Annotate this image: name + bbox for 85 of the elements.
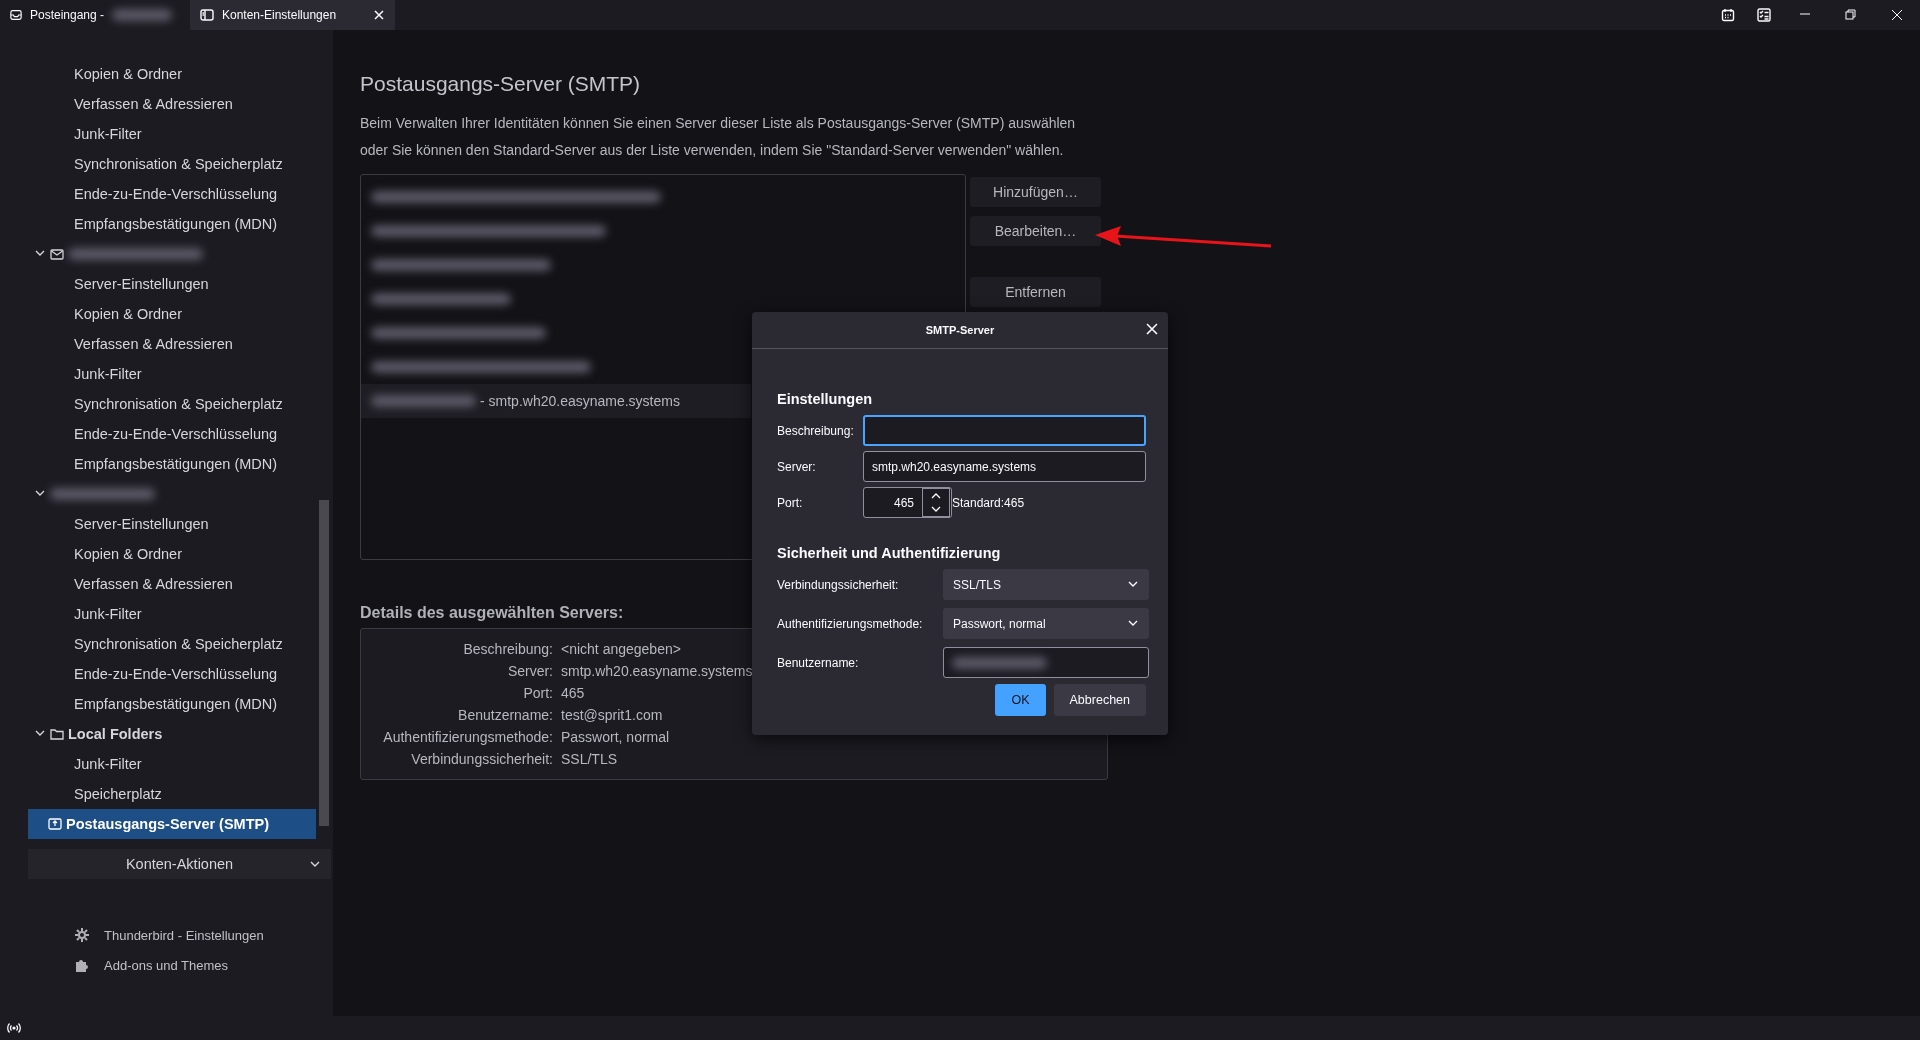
sidebar-panel-icon (200, 8, 214, 22)
sidebar-item[interactable]: Verfassen & Adressieren (28, 569, 316, 599)
sidebar-item[interactable]: Ende-zu-Ende-Verschlüsselung (28, 179, 316, 209)
section-heading: Details des ausgewählten Servers: (360, 604, 625, 622)
sidebar-item[interactable]: Kopien & Ordner (28, 59, 316, 89)
calendar-icon[interactable] (1721, 8, 1735, 22)
list-action-button[interactable]: Hinzufügen… (970, 177, 1101, 207)
description-text: Beim Verwalten Ihrer Identitäten können Sie einen Server dieser Liste als Postausgangs-Server (SMTP) auswählen oder Sie können den Standard-Server aus der Liste verwenden, indem Sie "Standard-Server verwenden" wählen. (360, 114, 1077, 160)
field-label: Beschreibung: (777, 423, 855, 438)
dropdown[interactable]: Passwort, normal (943, 608, 1149, 639)
detail-value: smtp.wh20.easyname.systems (561, 663, 753, 679)
dropdown[interactable]: SSL/TLS (943, 569, 1149, 600)
server-name: - smtp.wh20.easyname.systems (480, 393, 680, 409)
account-item[interactable]: Local Folders (28, 719, 316, 749)
port-spinner[interactable]: 465 (863, 487, 952, 518)
detail-value: 465 (561, 685, 585, 701)
sidebar-item[interactable]: Synchronisation & Speicherplatz (28, 149, 316, 179)
up-caret-icon[interactable] (931, 492, 941, 499)
page-title: Postausgangs-Server (SMTP) (360, 72, 642, 96)
detail-label: Server: (506, 663, 553, 679)
sidebar-item[interactable]: Empfangsbestätigungen (MDN) (28, 209, 316, 239)
restore-icon[interactable] (1845, 9, 1857, 21)
default-port-text: Standard:465 (952, 495, 1025, 510)
close-icon[interactable] (1891, 9, 1903, 21)
sidebar-item[interactable]: Server-Einstellungen (28, 269, 316, 299)
sidebar-item[interactable]: Empfangsbestätigungen (MDN) (28, 689, 316, 719)
sidebar-item[interactable]: Verfassen & Adressieren (28, 89, 316, 119)
sidebar-item[interactable]: Kopien & Ordner (28, 539, 316, 569)
close-icon[interactable] (1146, 323, 1158, 335)
detail-label: Beschreibung: (462, 641, 553, 657)
account-item[interactable]: Postausgangs-Server (SMTP) (28, 809, 316, 839)
sidebar-item[interactable]: Junk-Filter (28, 359, 316, 389)
sidebar-item[interactable]: Empfangsbestätigungen (MDN) (28, 449, 316, 479)
sidebar-item[interactable]: Junk-Filter (28, 599, 316, 629)
down-caret-icon[interactable] (931, 506, 941, 513)
footer-link[interactable]: Thunderbird - Einstellungen (74, 927, 333, 943)
dialog-button[interactable]: OK (995, 684, 1046, 716)
envelope-icon (50, 247, 64, 261)
detail-label: Port: (522, 685, 553, 701)
sidebar-item[interactable]: Synchronisation & Speicherplatz (28, 629, 316, 659)
detail-value: SSL/TLS (561, 751, 618, 767)
tab-label: Posteingang - (30, 8, 105, 22)
dialog-title: SMTP-Server (925, 324, 995, 336)
detail-value: <nicht angegeben> (561, 641, 681, 657)
sidebar-item[interactable]: Kopien & Ordner (28, 299, 316, 329)
detail-value: Passwort, normal (561, 729, 670, 745)
detail-label: Verbindungssicherheit: (410, 751, 553, 767)
detail-label: Benutzername: (457, 707, 553, 723)
server-list-item[interactable]: - smtp.wh20.easyname.systems (361, 384, 751, 418)
puzzle-icon (74, 957, 90, 973)
input-field[interactable] (943, 647, 1149, 678)
sidebar-item[interactable]: Server-Einstellungen (28, 509, 316, 539)
footer-link[interactable]: Add-ons und Themes (74, 957, 333, 973)
tab[interactable]: Konten-Einstellungen (190, 0, 395, 30)
input-field[interactable] (863, 415, 1146, 446)
sidebar-item[interactable]: Synchronisation & Speicherplatz (28, 389, 316, 419)
tab-label: Konten-Einstellungen (222, 8, 337, 22)
section-heading: Sicherheit und Authentifizierung (777, 545, 1002, 561)
sidebar-item[interactable]: Ende-zu-Ende-Verschlüsselung (28, 659, 316, 689)
tab[interactable]: Posteingang - (0, 0, 190, 30)
inbox-icon (10, 8, 22, 22)
input-field[interactable]: smtp.wh20.easyname.systems (863, 451, 1146, 482)
field-label: Benutzername: (777, 655, 860, 670)
list-action-button[interactable]: Bearbeiten… (970, 216, 1101, 246)
sidebar-item[interactable]: Verfassen & Adressieren (28, 329, 316, 359)
sidebar-item[interactable]: Speicherplatz (28, 779, 316, 809)
field-label: Authentifizierungsmethode: (777, 616, 924, 631)
field-label: Port: (777, 495, 804, 510)
close-icon[interactable] (373, 9, 385, 21)
field-label: Verbindungssicherheit: (777, 577, 900, 592)
folder-icon (50, 727, 64, 741)
outbox-icon (48, 817, 62, 831)
sidebar-item[interactable]: Junk-Filter (28, 749, 316, 779)
section-heading: Einstellungen (777, 391, 874, 407)
account-actions-button[interactable]: Konten-Aktionen (28, 849, 331, 879)
detail-value: test@sprit1.com (561, 707, 663, 723)
task-list-icon[interactable] (1757, 8, 1771, 22)
field-label: Server: (777, 459, 817, 474)
gear-icon (74, 927, 90, 943)
sidebar-item[interactable]: Ende-zu-Ende-Verschlüsselung (28, 419, 316, 449)
broadcast-icon (7, 1022, 21, 1034)
dialog-button[interactable]: Abbrechen (1053, 684, 1146, 716)
detail-label: Authentifizierungsmethode: (382, 729, 553, 745)
sidebar-item[interactable]: Junk-Filter (28, 119, 316, 149)
list-action-button[interactable]: Entfernen (970, 277, 1101, 307)
